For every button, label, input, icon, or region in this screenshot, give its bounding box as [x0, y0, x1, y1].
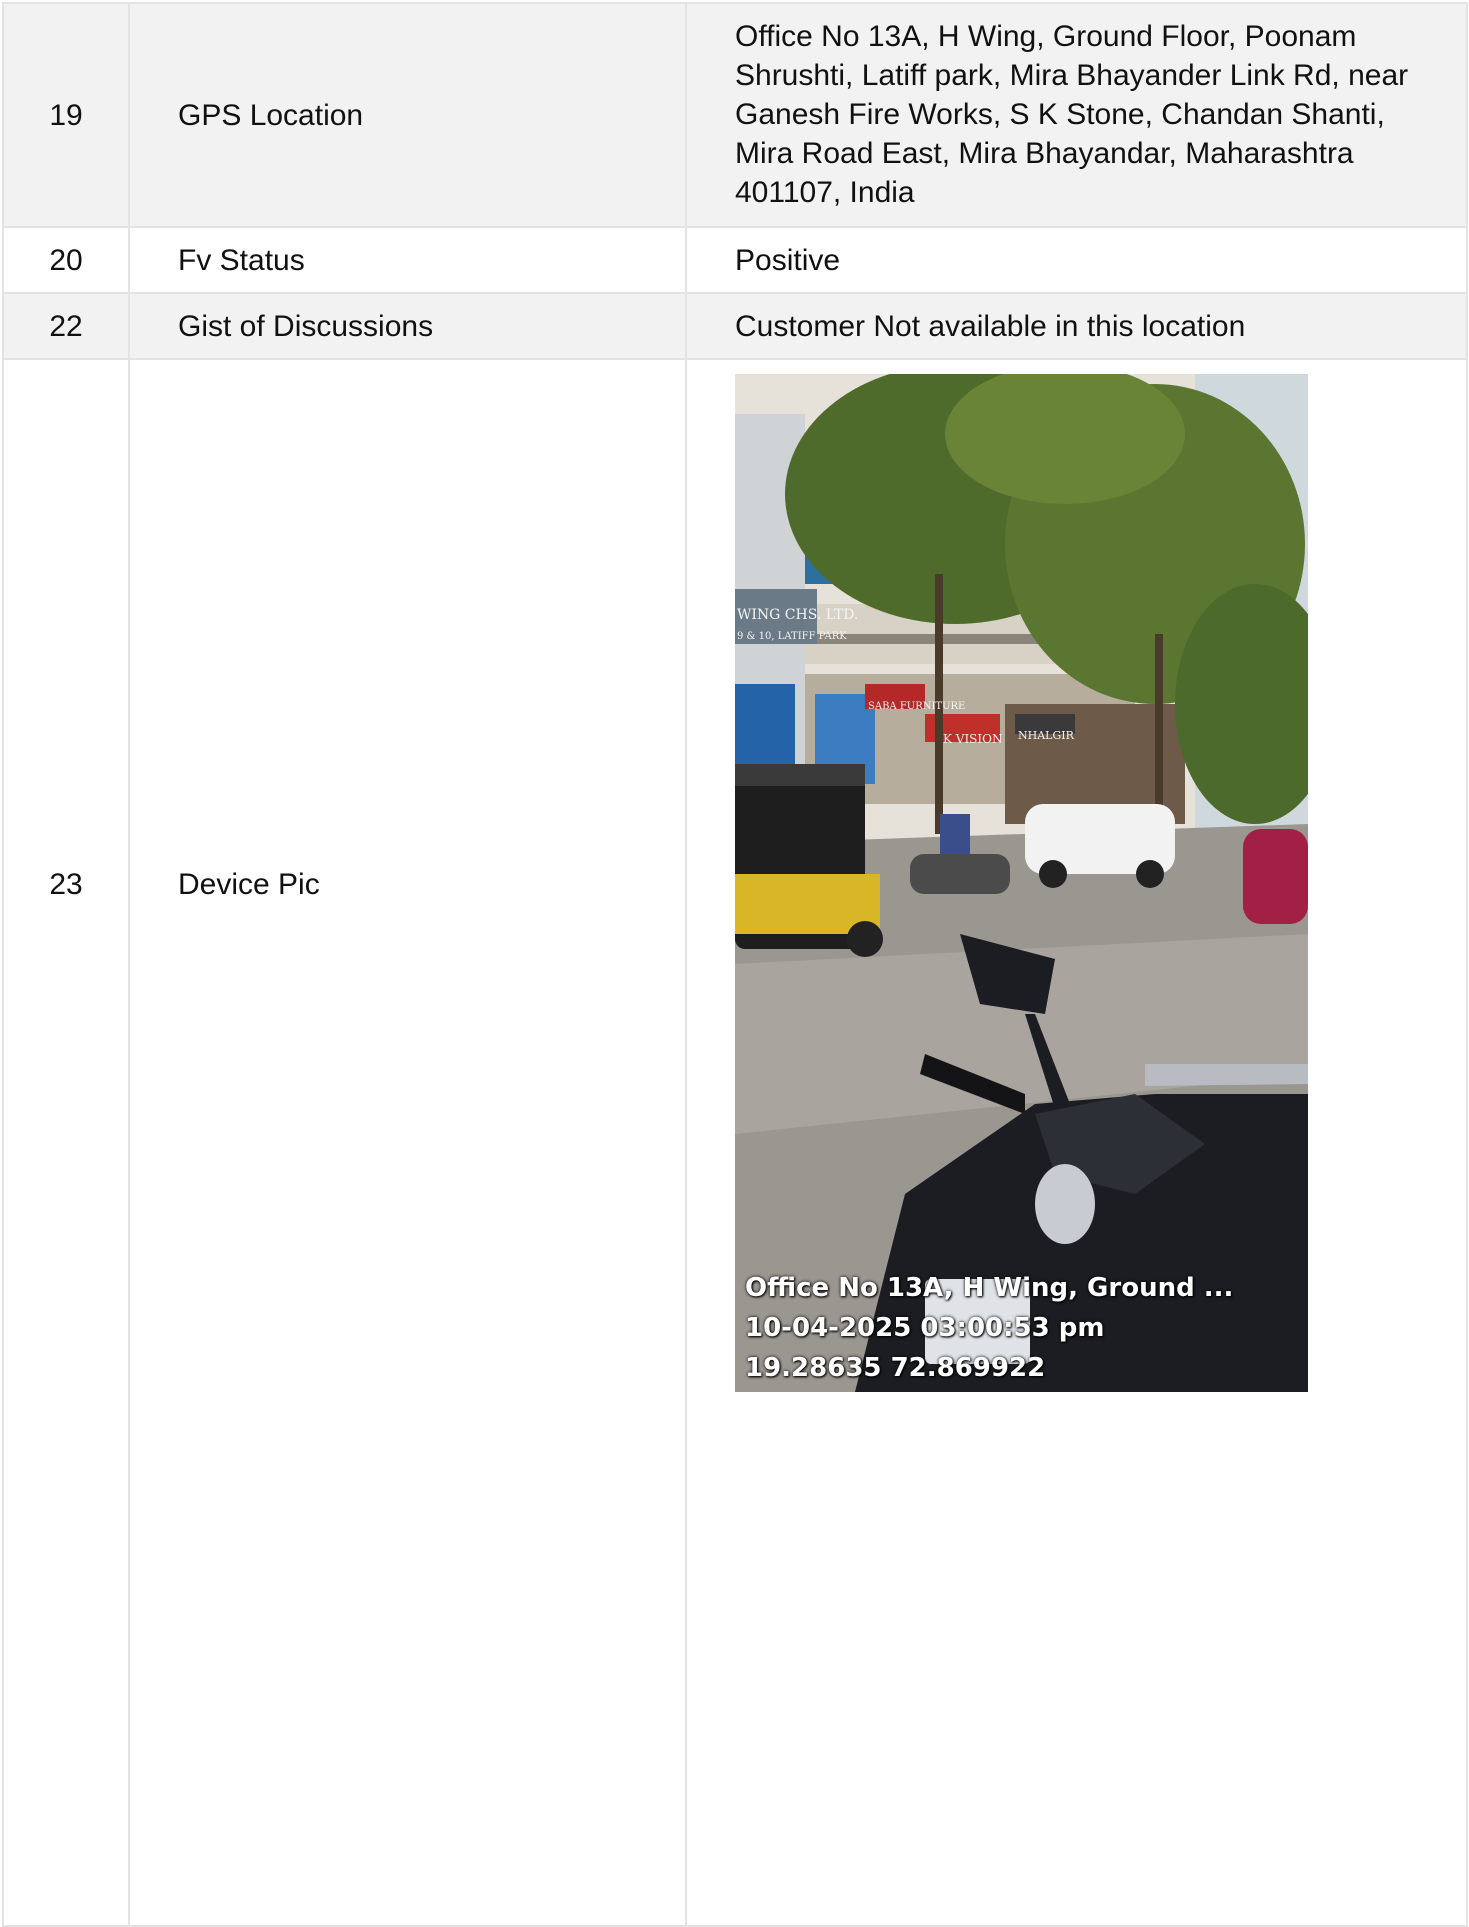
- stamp-datetime: 10-04-2025 03:00:53 pm: [745, 1313, 1105, 1343]
- device-photo: WING CHS. LTD. 9 & 10, LATIFF PARK SABA …: [735, 374, 1308, 1392]
- society-sub-sign: 9 & 10, LATIFF PARK: [737, 631, 847, 642]
- report-table: 19 GPS Location Office No 13A, H Wing, G…: [2, 2, 1468, 1927]
- row-number: 22: [2, 292, 130, 360]
- shop-sign: K VISION: [943, 732, 1003, 746]
- fv-status-value: Positive: [685, 226, 1468, 294]
- row-number: 19: [2, 2, 130, 228]
- table-row: 23 Device Pic WING CHS. LTD. 9 & 10, LAT…: [2, 358, 1468, 1927]
- shop-sign: NHALGIR: [1018, 729, 1074, 742]
- street-photo-icon: [735, 374, 1308, 1392]
- row-label: Gist of Discussions: [128, 292, 687, 360]
- gps-address: Office No 13A, H Wing, Ground Floor, Poo…: [735, 19, 1409, 209]
- stamp-address: Office No 13A, H Wing, Ground ...: [745, 1273, 1234, 1303]
- table-row: 22 Gist of Discussions Customer Not avai…: [2, 292, 1468, 360]
- photo-stamp: Office No 13A, H Wing, Ground ... 10-04-…: [745, 1268, 1233, 1388]
- row-number: 20: [2, 226, 130, 294]
- row-number: 23: [2, 358, 130, 1927]
- stamp-coordinates: 19.28635 72.869922: [745, 1353, 1046, 1383]
- row-label: Fv Status: [128, 226, 687, 294]
- row-label: GPS Location: [128, 2, 687, 228]
- device-pic-cell: WING CHS. LTD. 9 & 10, LATIFF PARK SABA …: [685, 358, 1468, 1927]
- discussion-value: Customer Not available in this location: [685, 292, 1468, 360]
- row-value: Office No 13A, H Wing, Ground Floor, Poo…: [685, 2, 1468, 228]
- table-row: 19 GPS Location Office No 13A, H Wing, G…: [2, 2, 1468, 228]
- row-label: Device Pic: [128, 358, 687, 1927]
- table-row: 20 Fv Status Positive: [2, 226, 1468, 294]
